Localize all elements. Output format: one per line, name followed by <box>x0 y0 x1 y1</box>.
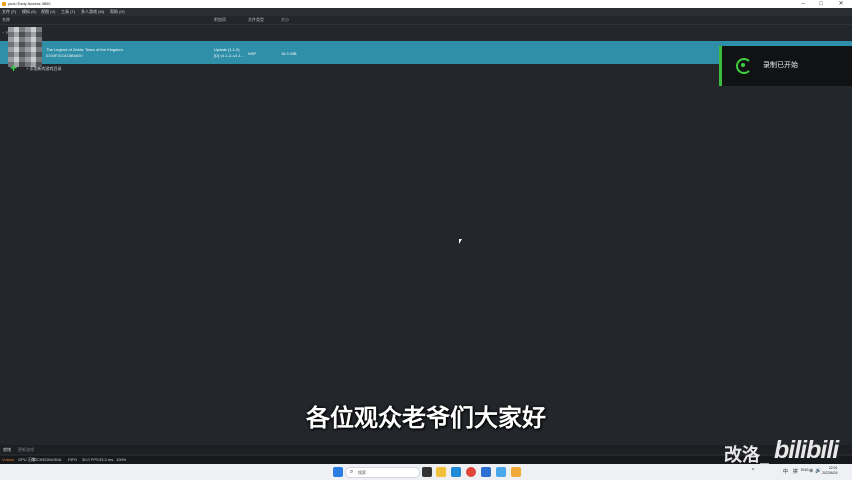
status-vsync: FIFO <box>68 457 78 462</box>
search-placeholder: 搜索 <box>358 470 366 475</box>
yuzu-taskbar-icon[interactable] <box>511 467 521 477</box>
window-title: yuzu Early Access 3800 <box>8 1 51 6</box>
start-icon[interactable] <box>333 467 343 477</box>
status-frametime: 33.3 ms <box>99 457 114 462</box>
file-explorer-icon[interactable] <box>436 467 446 477</box>
add-game-directory-label: + 添加新的游戏目录 <box>26 66 62 71</box>
column-addons[interactable]: 附加项 <box>214 16 226 24</box>
network-icon[interactable]: ⊕ <box>809 468 813 474</box>
ime-pinyin[interactable]: 拼 <box>793 468 798 475</box>
chrome-icon[interactable] <box>466 467 476 477</box>
ime-chinese[interactable]: 中 <box>783 468 788 475</box>
menu-bar: 文件 (F) 模拟 (E) 视图 (V) 工具 (T) 多人游戏 (M) 帮助 … <box>0 8 852 16</box>
status-api[interactable]: Vulkan <box>2 456 14 464</box>
search-icon: ⌕ <box>350 469 354 475</box>
clock[interactable]: 22:01 2023/6/24 <box>822 466 838 476</box>
tray-overflow-icon[interactable]: ^ <box>752 468 754 474</box>
yuzu-app-icon <box>2 2 6 6</box>
title-bar: yuzu Early Access 3800 – □ ✕ <box>0 0 852 8</box>
menu-emulation[interactable]: 模拟 (E) <box>22 8 36 16</box>
minimize-button[interactable]: – <box>796 0 810 8</box>
game-dlc: [D] v1.1.2–v1.1… <box>214 53 245 58</box>
record-dot-icon <box>741 63 745 67</box>
column-size[interactable]: 大小 <box>281 16 289 24</box>
menu-multiplayer[interactable]: 多人游戏 (M) <box>81 8 104 16</box>
game-list-header: 名称 附加项 文件类型 大小 <box>0 16 852 25</box>
taskbar: ⌕ 搜索 ^ 中 拼 ENG ⊕ 🔊 22:01 2023/6/24 <box>0 464 852 480</box>
filter-label: 就绪 <box>3 447 11 452</box>
recording-started-toast: 录制已开始 <box>719 46 852 86</box>
toast-text: 录制已开始 <box>763 62 798 69</box>
mouse-cursor-icon <box>459 239 462 244</box>
plus-icon: + <box>10 61 18 75</box>
edge-icon[interactable] <box>451 467 461 477</box>
menu-tools[interactable]: 工具 (T) <box>61 8 75 16</box>
menu-file[interactable]: 文件 (F) <box>2 8 16 16</box>
taskbar-search[interactable]: ⌕ 搜索 <box>345 467 420 478</box>
status-vendor: NVIDIA <box>48 457 62 462</box>
menu-help[interactable]: 帮助 (H) <box>110 8 125 16</box>
column-name[interactable]: 名称 <box>2 16 10 24</box>
language-indicator[interactable]: ENG <box>801 468 809 472</box>
status-fps: 30.0 FPS <box>82 457 99 462</box>
bilibili-logo: bilibili <box>774 436 839 464</box>
volume-icon[interactable]: 🔊 <box>815 468 821 474</box>
app-icon[interactable] <box>496 467 506 477</box>
close-button[interactable]: ✕ <box>834 0 848 8</box>
maximize-button[interactable]: □ <box>814 0 828 8</box>
status-volume[interactable]: 100% <box>116 456 126 464</box>
column-file-type[interactable]: 文件类型 <box>248 16 264 24</box>
game-name: The Legend of Zelda: Tears of the Kingdo… <box>46 47 123 52</box>
clock-date: 2023/6/24 <box>822 471 838 475</box>
game-title-id: 0100F2C0115B6000 <box>46 53 83 58</box>
game-size: 16.3 GiB <box>281 51 297 56</box>
video-subtitle: 各位观众老爷们大家好 <box>306 404 546 432</box>
task-view-icon[interactable] <box>422 467 432 477</box>
game-update: Update (1.1.0) <box>214 47 240 52</box>
status-dock[interactable]: DOCKED <box>31 456 48 464</box>
store-icon[interactable] <box>481 467 491 477</box>
game-format: NSP <box>248 51 257 56</box>
menu-view[interactable]: 视图 (V) <box>41 8 55 16</box>
filter-input[interactable]: 更新游戏 <box>18 445 34 454</box>
